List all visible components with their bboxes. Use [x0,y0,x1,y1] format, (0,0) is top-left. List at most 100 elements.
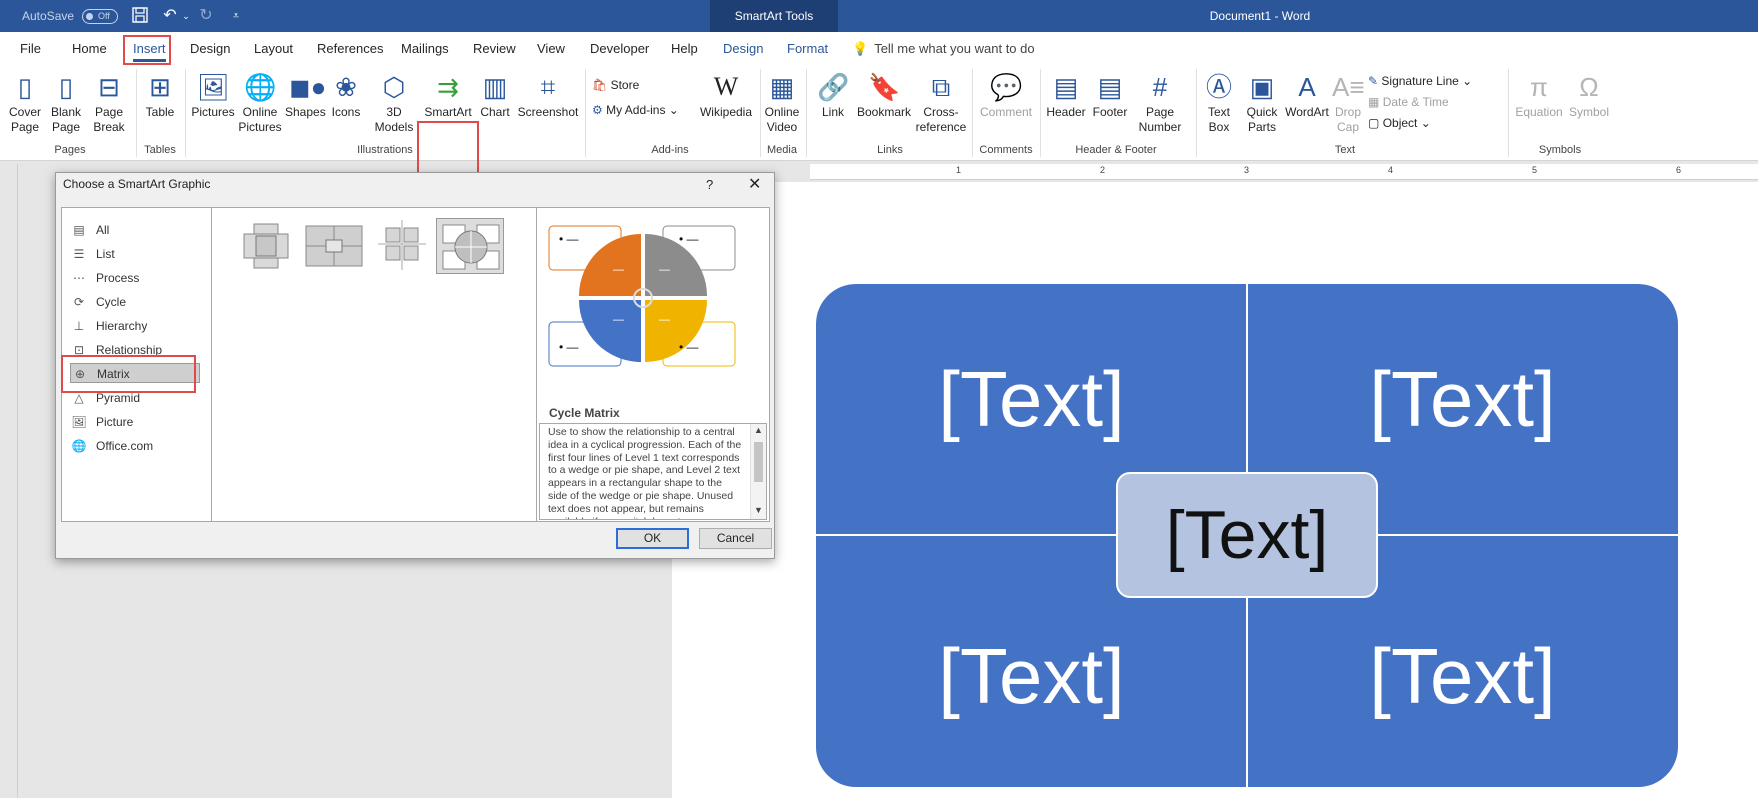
pi-icon: π [1530,72,1548,102]
tab-smartart-design[interactable]: Design [723,32,763,65]
shapes-button[interactable]: ◼● Shapes [285,69,327,120]
preview-wedge-text: — [613,264,624,276]
preview-wedge-text: — [659,264,670,276]
category-all[interactable]: ▤ All [70,220,200,240]
bookmark-button[interactable]: 🔖 Bookmark [854,69,914,120]
quick-parts-button[interactable]: ▣ Quick Parts [1240,69,1284,135]
page-number-button[interactable]: # Page Number [1134,69,1186,135]
description-scrollbar[interactable]: ▲ ▼ [750,424,766,519]
quick-parts-icon: ▣ [1249,72,1275,102]
scroll-up-icon[interactable]: ▲ [754,424,763,437]
category-office-com[interactable]: 🌐 Office.com [70,436,200,456]
tab-smartart-format[interactable]: Format [787,32,828,65]
store-button[interactable]: 🛍 Store [592,75,639,95]
matrix-center-shape[interactable]: [Text] [1116,472,1378,598]
layout-cycle-matrix[interactable] [436,218,504,274]
equation-button[interactable]: π Equation [1512,69,1566,120]
tab-view[interactable]: View [537,32,565,65]
signature-icon: ✎ [1368,74,1379,88]
category-hierarchy[interactable]: ⊥ Hierarchy [70,316,200,336]
category-pyramid[interactable]: △ Pyramid [70,388,200,408]
category-picture[interactable]: 🖼 Picture [70,412,200,432]
pictures-button[interactable]: 🖼 Pictures [190,69,236,120]
comment-button[interactable]: 💬 Comment [976,69,1036,120]
wikipedia-label: Wikipedia [699,105,753,119]
tab-help[interactable]: Help [671,32,698,65]
tab-developer[interactable]: Developer [590,32,649,65]
page-number-label: Page Number [1138,105,1182,134]
tab-layout[interactable]: Layout [254,32,293,65]
date-time-button[interactable]: ▦ Date & Time [1368,92,1449,112]
horizontal-ruler: 1 2 3 4 5 6 [810,164,1758,180]
category-matrix[interactable]: ⊕ Matrix [70,363,200,383]
tell-me-search[interactable]: 💡 Tell me what you want to do [852,32,1035,65]
tab-insert[interactable]: Insert [133,32,166,65]
shapes-label: Shapes [285,105,326,119]
category-list-item[interactable]: ☰ List [70,244,200,264]
drop-cap-button[interactable]: A≡ Drop Cap [1332,69,1365,135]
layout-grid-matrix[interactable] [368,218,436,274]
group-text: Text [1334,144,1356,156]
tab-references[interactable]: References [317,32,383,65]
tell-me-text: Tell me what you want to do [874,41,1035,56]
symbol-button[interactable]: Ω Symbol [1566,69,1612,120]
category-cycle[interactable]: ⟳ Cycle [70,292,200,312]
ruler-number: 5 [1532,165,1538,175]
table-label: Table [145,105,175,119]
close-icon[interactable]: ✕ [748,174,761,194]
tab-mailings[interactable]: Mailings [401,32,449,65]
calendar-icon: ▦ [1368,95,1380,109]
text-box-button[interactable]: Ⓐ Text Box [1200,69,1238,135]
customize-toolbar-icon[interactable]: ⩡ [226,6,246,26]
online-video-button[interactable]: ▦ Online Video [762,69,802,135]
drop-cap-label: Drop Cap [1334,105,1361,134]
blank-page-button[interactable]: ▯ Blank Page [48,69,84,135]
cancel-button[interactable]: Cancel [699,528,772,549]
preview-bullet: • — [559,340,579,354]
my-addins-label: My Add-ins [606,103,666,117]
category-relationship[interactable]: ⊡ Relationship [70,340,200,360]
wikipedia-button[interactable]: W Wikipedia [694,69,758,120]
tab-design[interactable]: Design [190,32,230,65]
separator [1196,69,1197,157]
smartart-tools-context: SmartArt Tools [710,0,838,32]
shapes-icon: ◼● [289,72,327,102]
tab-file[interactable]: File [20,32,41,65]
scroll-thumb[interactable] [754,442,763,482]
object-button[interactable]: ▢ Object ⌄ [1368,113,1431,133]
footer-button[interactable]: ▤ Footer [1090,69,1130,120]
redo-icon[interactable]: ↻ [196,6,216,26]
quick-parts-label: Quick Parts [1246,105,1278,134]
tab-home[interactable]: Home [72,32,107,65]
help-button[interactable]: ? [706,177,713,192]
layout-basic-matrix[interactable] [232,218,300,274]
signature-line-button[interactable]: ✎ Signature Line ⌄ [1368,71,1472,91]
ok-button[interactable]: OK [616,528,689,549]
my-addins-button[interactable]: ⚙ My Add-ins ⌄ [592,100,679,120]
autosave-toggle[interactable]: Off [82,9,118,24]
save-icon[interactable] [130,6,150,26]
bookmark-label: Bookmark [856,105,912,119]
icons-button[interactable]: ❀ Icons [328,69,364,120]
online-pictures-button[interactable]: 🌐 Online Pictures [238,69,282,135]
category-process[interactable]: ⋯ Process [70,268,200,288]
cross-reference-button[interactable]: ⧉ Cross-reference [914,69,968,135]
store-icon: 🛍 [592,78,608,92]
cover-page-icon: ▯ [17,72,33,102]
smartart-matrix[interactable]: [Text] [Text] [Text] [Text] [Text] [816,284,1678,787]
header-button[interactable]: ▤ Header [1044,69,1088,120]
layout-titled-matrix[interactable] [300,218,368,274]
link-button[interactable]: 🔗 Link [816,69,850,120]
3d-models-button[interactable]: ⬡ 3D Models [373,69,415,135]
smartart-button[interactable]: ⇉ SmartArt [422,69,474,120]
tab-review[interactable]: Review [473,32,516,65]
table-button[interactable]: ⊞ Table [142,69,178,120]
cover-page-button[interactable]: ▯ Cover Page [6,69,44,135]
lightbulb-icon: 💡 [852,41,869,56]
screenshot-button[interactable]: ⌗ Screenshot [516,69,580,120]
scroll-down-icon[interactable]: ▼ [754,504,763,517]
wordart-button[interactable]: A WordArt [1284,69,1330,120]
undo-dropdown-icon[interactable]: ⌄ [176,6,196,26]
page-break-button[interactable]: ⊟ Page Break [89,69,129,135]
chart-button[interactable]: ▥ Chart [477,69,513,120]
